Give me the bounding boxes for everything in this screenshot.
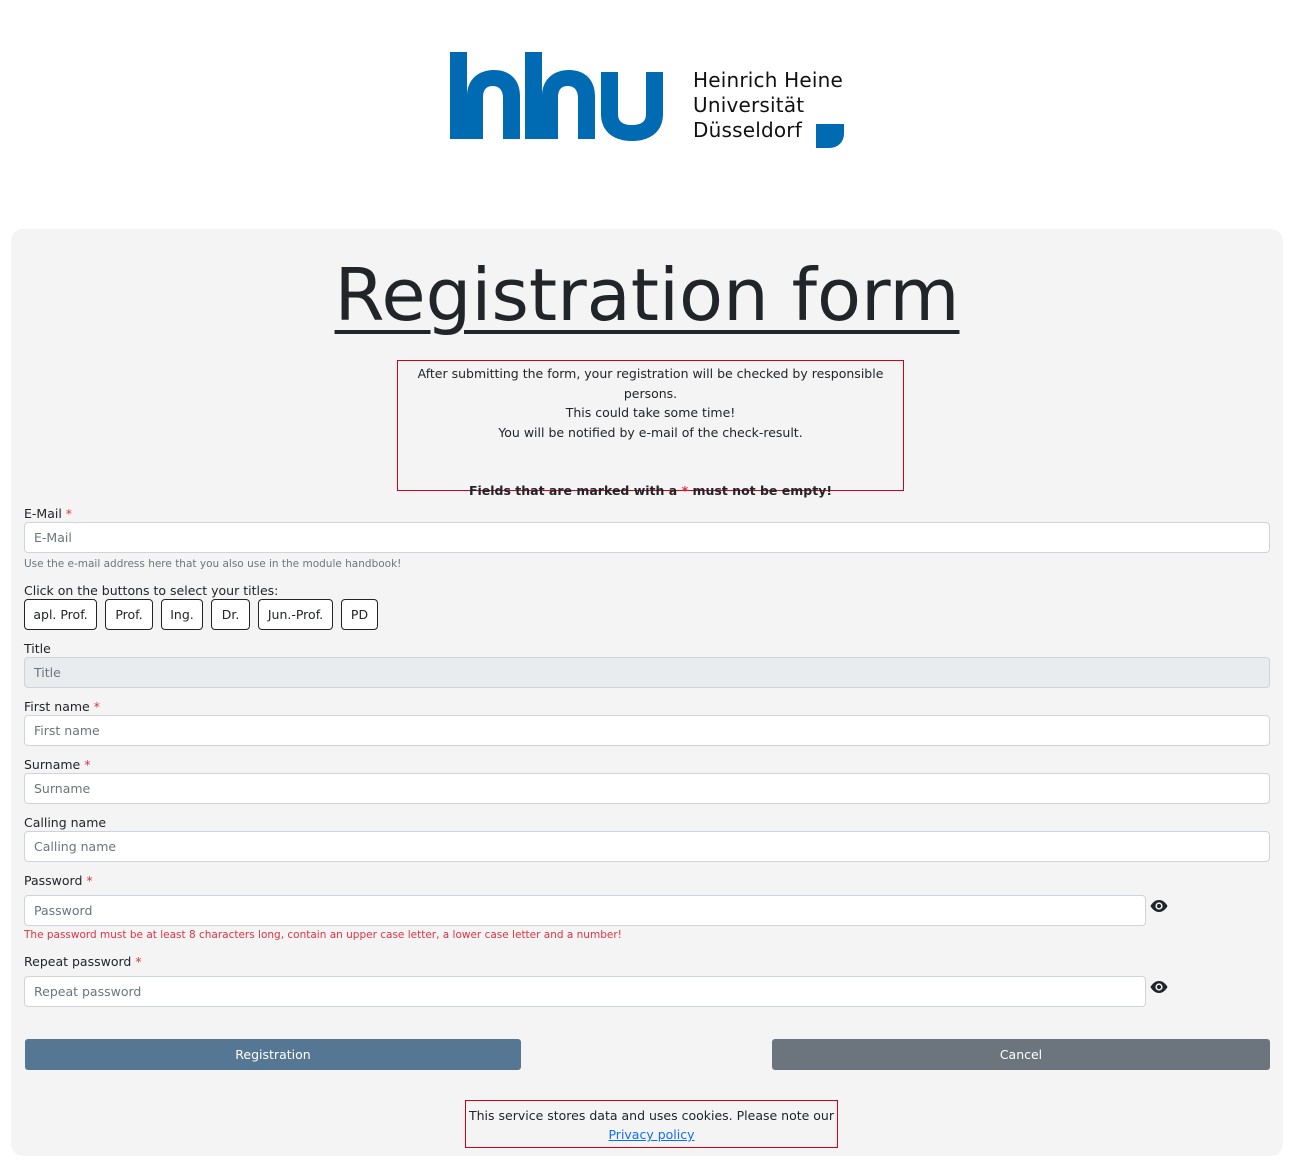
password-label: Password * — [24, 873, 93, 889]
first-name-label: First name * — [24, 699, 100, 715]
title-button-dr[interactable]: Dr. — [211, 599, 250, 630]
password-label-text: Password — [24, 873, 83, 888]
password-input[interactable] — [24, 895, 1146, 926]
logo-text-line-2: Universität — [693, 93, 805, 117]
required-marker: * — [65, 506, 73, 521]
required-marker: * — [93, 699, 100, 714]
email-input[interactable] — [24, 522, 1270, 553]
required-marker: * — [135, 954, 142, 969]
notice-line-1: After submitting the form, your registra… — [417, 366, 884, 401]
logo-dot-mark — [816, 124, 844, 148]
cookie-notice: This service stores data and uses cookie… — [465, 1100, 838, 1148]
title-input — [24, 657, 1270, 688]
notice-line-2: This could take some time! — [565, 405, 736, 420]
title-button-jun-prof[interactable]: Jun.-Prof. — [258, 599, 333, 630]
header-logo: Heinrich Heine Universität Düsseldorf — [0, 0, 1301, 200]
cancel-button[interactable]: Cancel — [772, 1039, 1270, 1070]
surname-input[interactable] — [24, 773, 1270, 804]
repeat-password-input[interactable] — [24, 976, 1146, 1007]
repeat-password-label: Repeat password * — [24, 954, 142, 970]
eye-icon[interactable] — [1150, 980, 1168, 994]
first-name-input[interactable] — [24, 715, 1270, 746]
password-error-text: The password must be at least 8 characte… — [24, 929, 622, 941]
required-fields-note: Fields that are marked with a * must not… — [398, 481, 903, 501]
cookie-notice-text: This service stores data and uses cookie… — [468, 1108, 834, 1123]
hhu-logo-mark — [450, 52, 663, 141]
required-marker: * — [84, 757, 91, 772]
surname-label-text: Surname — [24, 757, 81, 772]
logo-text-line-1: Heinrich Heine — [693, 68, 844, 92]
title-button-prof[interactable]: Prof. — [105, 599, 153, 630]
email-label-text: E-Mail — [24, 506, 62, 521]
required-note-prefix: Fields that are marked with a — [468, 483, 678, 498]
eye-icon[interactable] — [1150, 899, 1168, 913]
notice-line-3: You will be notified by e-mail of the ch… — [498, 424, 803, 440]
titles-prompt: Click on the buttons to select your titl… — [24, 583, 279, 598]
required-marker: * — [86, 873, 93, 888]
email-help-text: Use the e-mail address here that you als… — [24, 558, 402, 570]
calling-name-label: Calling name — [24, 815, 107, 830]
required-marker: * — [681, 483, 689, 498]
info-notice: After submitting the form, your registra… — [397, 360, 904, 498]
surname-label: Surname * — [24, 757, 90, 773]
email-label: E-Mail * — [24, 506, 72, 522]
page-title: Registration form — [334, 253, 960, 337]
required-note-suffix: must not be empty! — [692, 483, 833, 498]
repeat-password-label-text: Repeat password — [24, 954, 132, 969]
title-button-apl-prof[interactable]: apl. Prof. — [24, 599, 97, 630]
title-button-pd[interactable]: PD — [341, 599, 378, 630]
first-name-label-text: First name — [24, 699, 90, 714]
title-label: Title — [24, 641, 51, 656]
logo-text-line-3: Düsseldorf — [693, 118, 802, 142]
calling-name-input[interactable] — [24, 831, 1270, 862]
title-button-ing[interactable]: Ing. — [161, 599, 203, 630]
privacy-policy-link[interactable]: Privacy policy — [608, 1127, 694, 1142]
registration-button[interactable]: Registration — [25, 1039, 521, 1070]
